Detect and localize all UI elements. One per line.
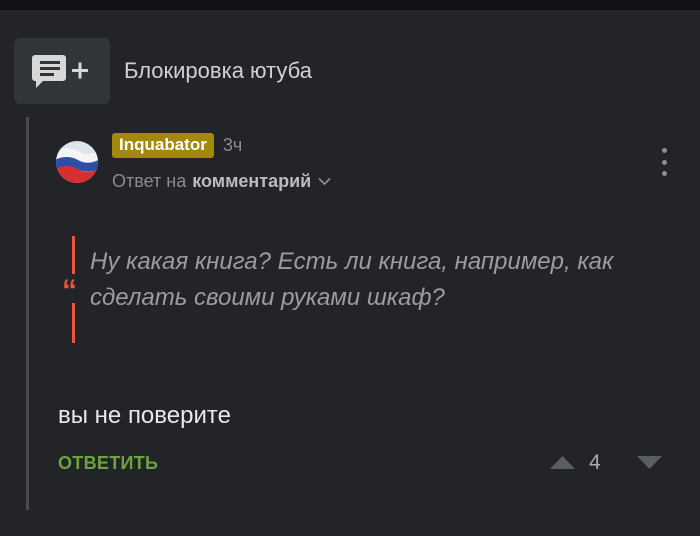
reply-button[interactable]: ОТВЕТИТЬ: [58, 453, 158, 474]
russian-flag-avatar-icon: [56, 141, 98, 183]
comment-body: вы не поверите: [58, 402, 231, 429]
author-row: Inquabator 3ч: [112, 133, 242, 158]
post-header: Блокировка ютуба: [14, 38, 312, 104]
downvote-icon[interactable]: [636, 455, 663, 470]
quote-bar: [72, 303, 75, 343]
chevron-down-icon[interactable]: [318, 177, 331, 186]
more-dot: [661, 171, 667, 176]
reply-target-link[interactable]: комментарий: [192, 171, 311, 192]
avatar[interactable]: [56, 141, 98, 183]
more-options-icon[interactable]: [654, 148, 674, 176]
rating-count: 4: [589, 451, 601, 474]
post-title[interactable]: Блокировка ютуба: [124, 58, 312, 84]
upvote-icon[interactable]: [549, 455, 576, 470]
quote-icon: “: [62, 274, 77, 307]
reply-to-info: Ответ на комментарий: [112, 171, 331, 192]
comment-add-icon: [32, 55, 88, 88]
quoted-text: Ну какая книга? Есть ли книга, например,…: [90, 248, 614, 311]
more-dot: [661, 148, 667, 153]
reply-prefix: Ответ на: [112, 171, 187, 191]
thread-line[interactable]: [26, 117, 29, 510]
quote-bar: [72, 236, 75, 274]
author-name[interactable]: Inquabator: [112, 133, 214, 158]
top-bar: [0, 0, 700, 10]
comment-time: 3ч: [222, 135, 243, 155]
more-dot: [661, 159, 667, 165]
add-comment-button[interactable]: [14, 38, 110, 104]
